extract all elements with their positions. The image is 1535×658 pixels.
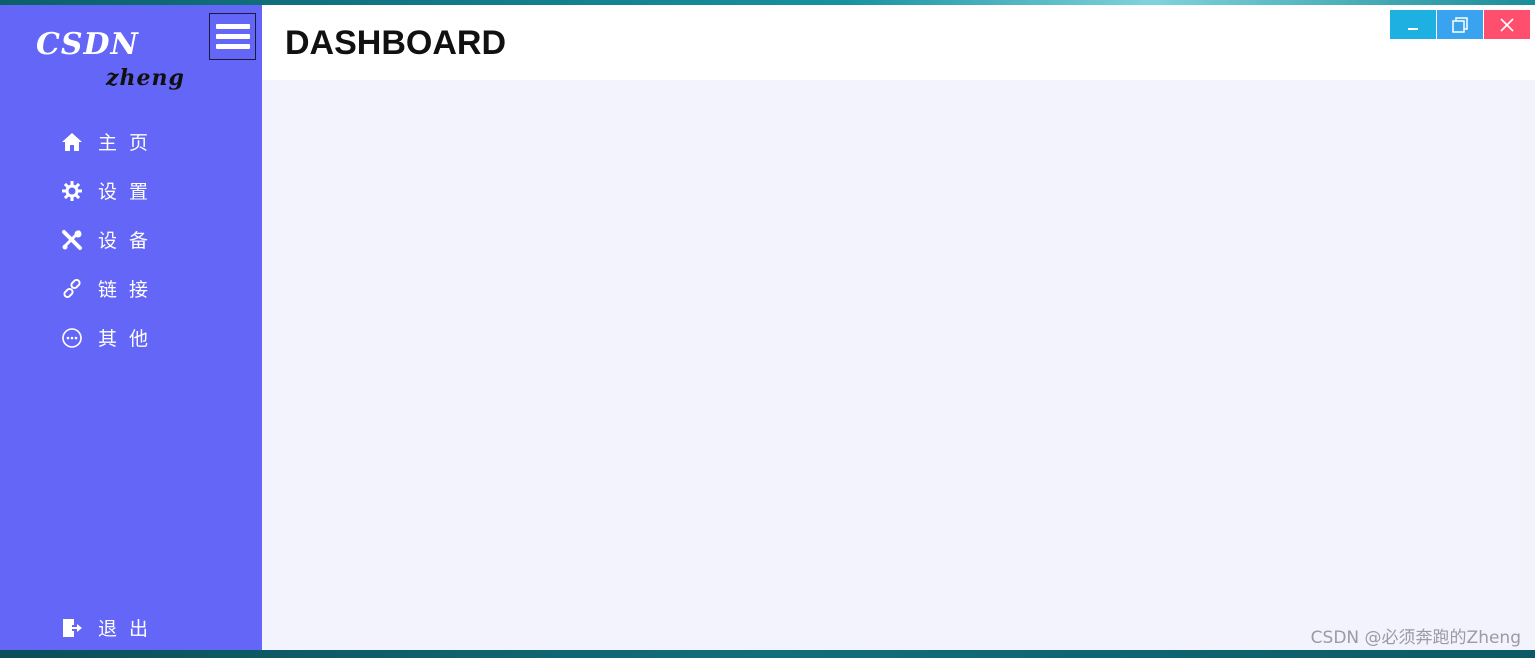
content-area: CSDN @必须奔跑的Zheng — [262, 80, 1535, 650]
hamburger-icon — [215, 24, 250, 29]
hamburger-icon-bar — [215, 44, 250, 49]
close-icon — [1500, 17, 1514, 32]
tools-icon — [60, 228, 84, 252]
restore-icon — [1452, 16, 1468, 33]
minimize-button[interactable] — [1390, 10, 1436, 39]
desktop-background-bottom — [0, 650, 1535, 658]
menu-toggle-button[interactable] — [209, 13, 256, 60]
window-controls — [1390, 10, 1530, 39]
home-icon — [60, 130, 84, 154]
exit-icon — [60, 616, 84, 640]
link-icon — [60, 277, 84, 301]
sidebar-nav: 主页 设置 设备 链接 其他 — [60, 117, 160, 362]
sidebar-item-settings[interactable]: 设置 — [60, 166, 160, 215]
sidebar-item-label: 主页 — [98, 132, 161, 154]
logo: CSDN zheng — [36, 27, 196, 107]
header: DASHBOARD — [262, 5, 1535, 80]
sidebar-item-exit[interactable]: 退出 — [60, 603, 160, 652]
more-icon — [60, 326, 84, 350]
sidebar-item-label: 其他 — [98, 328, 161, 350]
main-area: DASHBOARD CSDN @必须奔跑的Zheng — [262, 5, 1535, 650]
app-window: CSDN zheng 主页 设置 设备 链接 其他 退出 DASHBOARD C… — [0, 5, 1535, 650]
gear-icon — [60, 179, 84, 203]
logo-text-bottom: zheng — [106, 65, 185, 91]
sidebar: CSDN zheng 主页 设置 设备 链接 其他 退出 — [0, 5, 262, 650]
watermark: CSDN @必须奔跑的Zheng — [1310, 628, 1521, 648]
logo-text-top: CSDN — [36, 27, 139, 62]
sidebar-item-links[interactable]: 链接 — [60, 264, 160, 313]
sidebar-item-home[interactable]: 主页 — [60, 117, 160, 166]
sidebar-item-label: 链接 — [98, 279, 161, 301]
hamburger-icon-bar — [215, 34, 250, 39]
maximize-button[interactable] — [1437, 10, 1483, 39]
close-button[interactable] — [1484, 10, 1530, 39]
sidebar-item-label: 设置 — [98, 181, 161, 203]
sidebar-item-other[interactable]: 其他 — [60, 313, 160, 362]
minimize-icon — [1408, 27, 1418, 30]
sidebar-item-label: 设备 — [98, 230, 161, 252]
sidebar-item-label: 退出 — [98, 618, 161, 640]
page-title: DASHBOARD — [285, 24, 506, 62]
sidebar-item-devices[interactable]: 设备 — [60, 215, 160, 264]
